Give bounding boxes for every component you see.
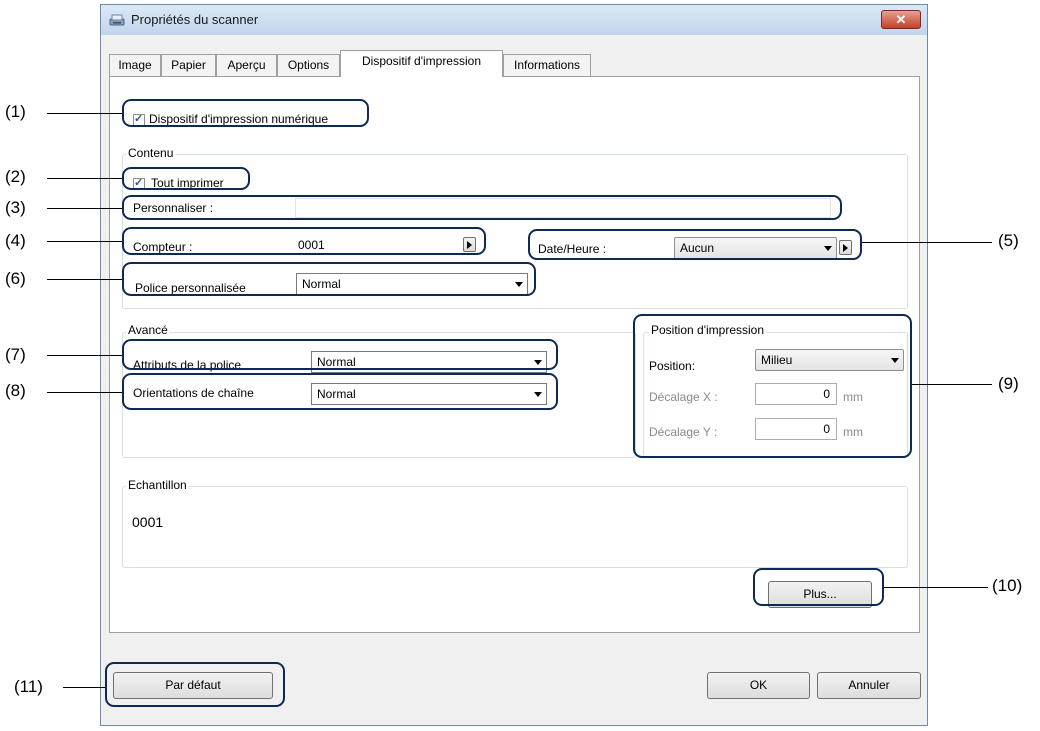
tab-label: Aperçu [227, 58, 266, 72]
highlight-9 [633, 314, 912, 458]
callout-10: (10) [992, 576, 1023, 595]
highlight-10 [753, 568, 884, 606]
tab-options[interactable]: Options [277, 54, 340, 76]
highlight-2 [122, 167, 250, 190]
leader-line [47, 113, 122, 114]
callout-2: (2) [5, 167, 26, 186]
highlight-11 [105, 662, 285, 707]
tab-image[interactable]: Image [109, 54, 161, 76]
highlight-8 [122, 373, 558, 410]
callout-3: (3) [5, 198, 26, 217]
tab-label: Dispositif d'impression [362, 54, 481, 68]
highlight-6 [122, 262, 536, 296]
tab-label: Papier [171, 58, 206, 72]
tab-dispositif-impression[interactable]: Dispositif d'impression [340, 50, 503, 77]
callout-1: (1) [5, 102, 26, 121]
callout-5: (5) [998, 231, 1019, 250]
window-title: Propriétés du scanner [131, 12, 259, 27]
leader-line [47, 279, 122, 280]
callout-6: (6) [5, 269, 26, 288]
title-bar[interactable]: Propriétés du scanner ✕ [101, 5, 927, 35]
ok-button[interactable]: OK [707, 672, 810, 699]
highlight-5 [528, 229, 862, 260]
contenu-title: Contenu [126, 146, 176, 160]
tab-label: Image [118, 58, 152, 72]
tab-apercu[interactable]: Aperçu [216, 54, 277, 76]
leader-line [47, 241, 122, 242]
callout-8: (8) [5, 381, 26, 400]
callout-11: (11) [14, 677, 43, 696]
cancel-button[interactable]: Annuler [817, 672, 921, 699]
sample-title: Echantillon [126, 478, 189, 492]
avance-title: Avancé [126, 323, 170, 337]
leader-line [47, 392, 122, 393]
tab-informations[interactable]: Informations [503, 54, 591, 76]
leader-line [47, 208, 122, 209]
leader-line [884, 587, 988, 588]
highlight-7 [122, 339, 558, 370]
tab-label: Options [287, 58, 330, 72]
highlight-3 [122, 195, 842, 220]
callout-9: (9) [998, 374, 1019, 393]
leader-line [47, 355, 122, 356]
tab-papier[interactable]: Papier [161, 54, 216, 76]
callout-4: (4) [5, 231, 26, 250]
highlight-1 [122, 99, 369, 127]
scanner-icon [109, 14, 125, 26]
leader-line [862, 242, 992, 243]
callout-7: (7) [5, 345, 26, 364]
close-icon: ✕ [895, 12, 907, 27]
sample-value: 0001 [132, 514, 164, 530]
leader-line [912, 384, 992, 385]
leader-line [47, 178, 122, 179]
tab-label: Informations [513, 58, 581, 72]
ok-button-label: OK [749, 678, 768, 692]
highlight-4 [122, 227, 486, 255]
leader-line [63, 687, 105, 688]
cancel-button-label: Annuler [848, 678, 890, 692]
sample-group [122, 486, 908, 568]
close-button[interactable]: ✕ [881, 10, 921, 29]
